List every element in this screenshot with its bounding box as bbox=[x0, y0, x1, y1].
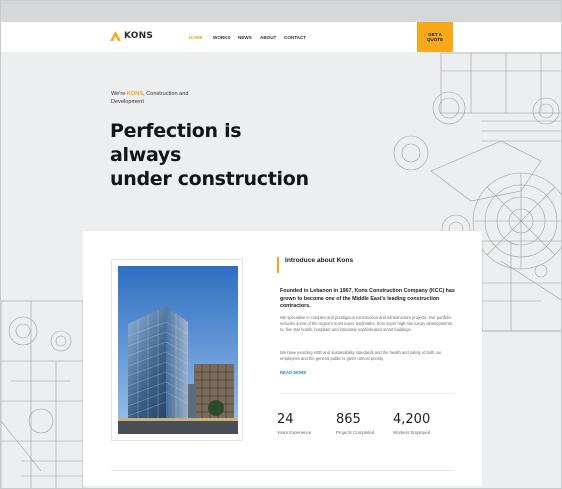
divider bbox=[280, 393, 454, 394]
nav-home[interactable]: HOME bbox=[189, 35, 213, 40]
stat-projects: 865 Projects Completed bbox=[336, 413, 376, 436]
stat-label: Workers Employed bbox=[393, 430, 431, 435]
building-photo bbox=[118, 266, 238, 434]
main-nav: HOME WORKS NEWS ABOUT CONTACT bbox=[189, 35, 314, 40]
logo[interactable]: KONS bbox=[110, 31, 153, 41]
about-card: Introduce about Kons Founded in Lebanon … bbox=[83, 231, 482, 486]
about-paragraph-1: We specialise in complex and prestigious… bbox=[280, 315, 454, 333]
hero-title: Perfection is always under construction bbox=[110, 119, 330, 191]
about-lead: Founded in Lebanon in 1967, Kons Constru… bbox=[280, 288, 455, 309]
stat-value: 24 bbox=[277, 412, 294, 427]
stat-value: 4,200 bbox=[393, 412, 431, 427]
stat-value: 865 bbox=[336, 412, 361, 427]
intro-heading: Introduce about Kons bbox=[285, 257, 354, 264]
hero-title-line-1: Perfection is bbox=[110, 120, 242, 142]
read-more-link[interactable]: READ MORE bbox=[280, 370, 306, 375]
page-frame: KONS HOME WORKS NEWS ABOUT CONTACT GET A… bbox=[0, 0, 562, 489]
logo-mark-icon bbox=[110, 31, 121, 41]
kicker-prefix: We're bbox=[111, 91, 127, 97]
get-a-quote-button[interactable]: GET A QUOTE bbox=[417, 22, 453, 52]
nav-works[interactable]: WORKS bbox=[213, 35, 238, 40]
hero-title-line-3: under construction bbox=[110, 168, 309, 190]
top-navbar: KONS HOME WORKS NEWS ABOUT CONTACT bbox=[1, 22, 561, 52]
hero-title-line-2: always bbox=[110, 144, 182, 166]
stat-label: Years Experience bbox=[277, 430, 312, 435]
building-photo-frame bbox=[111, 259, 243, 441]
accent-bar bbox=[277, 257, 279, 273]
nav-about[interactable]: ABOUT bbox=[260, 35, 284, 40]
hero-kicker: We're KONS, Construction and Development bbox=[111, 90, 221, 106]
get-a-quote-label: GET A QUOTE bbox=[426, 31, 444, 43]
kicker-brand: KONS bbox=[126, 91, 144, 97]
card-bottom-divider bbox=[111, 470, 454, 471]
nav-news[interactable]: NEWS bbox=[238, 35, 260, 40]
stat-years: 24 Years Experience bbox=[277, 413, 317, 436]
stat-label: Projects Completed bbox=[336, 430, 375, 435]
logo-text: KONS bbox=[124, 31, 154, 41]
about-paragraph-2: We have exacting HSE and sustainability … bbox=[280, 350, 442, 362]
stat-workers: 4,200 Workers Employed bbox=[393, 413, 433, 436]
nav-contact[interactable]: CONTACT bbox=[284, 35, 314, 40]
